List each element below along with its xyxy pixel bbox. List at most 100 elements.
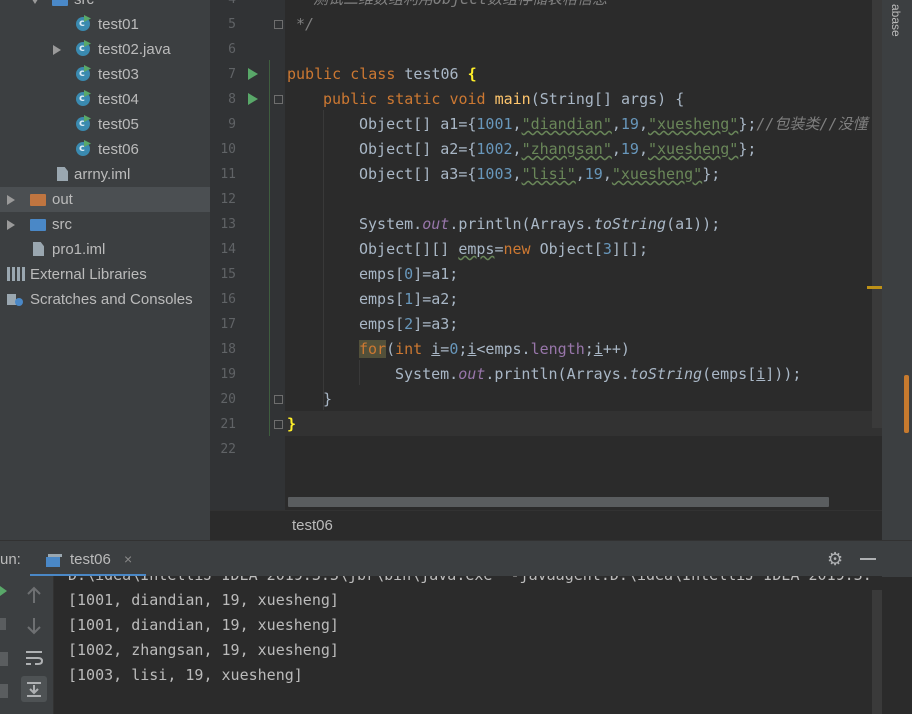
tree-item-out[interactable]: out: [0, 187, 210, 212]
horizontal-scrollbar[interactable]: [288, 497, 829, 507]
line-number: 22: [220, 442, 236, 457]
code-line-4: 测试二维数组利用Object数组存储表格信息: [313, 0, 607, 12]
code-line-17: emps[2]=a3;: [359, 315, 459, 333]
code-line-10: Object[] a2={1002,"zhangsan",19,"xueshen…: [359, 140, 757, 158]
console-line: [1001, diandian, 19, xuesheng]: [68, 591, 339, 609]
line-number: 10: [220, 142, 236, 157]
restore-layout-icon[interactable]: [0, 652, 8, 666]
line-number: 9: [228, 117, 236, 132]
tree-item-label: src: [52, 216, 72, 233]
gear-icon[interactable]: ⚙: [827, 550, 843, 568]
stop-icon[interactable]: [0, 618, 6, 630]
console-output[interactable]: D:\idea\IntelliJ IDEA 2019.3.3\jbr\bin\j…: [54, 576, 882, 714]
run-toolbar-left: [0, 576, 15, 714]
minimize-icon[interactable]: [860, 558, 876, 560]
indent-guide: [323, 110, 324, 410]
tree-item-test05[interactable]: c test05: [0, 112, 210, 137]
code-line-11: Object[] a3={1003,"lisi",19,"xuesheng"};: [359, 165, 721, 183]
run-panel-label: un:: [0, 551, 21, 568]
run-class-icon[interactable]: [248, 68, 258, 80]
tree-item-test04[interactable]: c test04: [0, 87, 210, 112]
chevron-right-icon[interactable]: [7, 195, 15, 205]
run-tab-test06[interactable]: test06 ×: [30, 545, 146, 577]
code-line-7: public class test06 {: [287, 65, 477, 83]
line-number: 6: [228, 42, 236, 57]
scroll-thumb-marker[interactable]: [904, 375, 909, 433]
code-line-13: System.out.println(Arrays.toString(a1));: [359, 215, 721, 233]
soft-wrap-icon[interactable]: [25, 650, 43, 666]
chevron-right-icon[interactable]: [53, 45, 61, 55]
pin-icon[interactable]: [0, 684, 8, 698]
tree-item-arrny-iml[interactable]: arrny.iml: [0, 162, 210, 187]
tree-item-test06[interactable]: c test06: [0, 137, 210, 162]
folder-icon: [30, 219, 46, 231]
java-class-icon: c: [76, 42, 90, 56]
rerun-icon[interactable]: [0, 586, 7, 596]
tree-item-test02[interactable]: c test02.java: [0, 37, 210, 62]
gutter-change-marker: [269, 60, 270, 436]
file-icon: [57, 167, 68, 181]
arrow-down-icon[interactable]: [26, 617, 42, 635]
fold-icon[interactable]: [274, 95, 283, 104]
scroll-to-end-icon: [27, 682, 41, 697]
line-number: 14: [220, 242, 236, 257]
java-class-icon: c: [76, 17, 90, 31]
tree-item-external-libraries[interactable]: External Libraries: [0, 262, 210, 287]
arrow-up-icon[interactable]: [26, 586, 42, 604]
tree-item-scratches[interactable]: Scratches and Consoles: [0, 287, 210, 312]
run-toolbar-right: [15, 576, 54, 714]
run-main-icon[interactable]: [248, 93, 258, 105]
warning-stripe-marker[interactable]: [867, 286, 883, 289]
line-number: 21: [220, 417, 236, 432]
project-tool-window: src c test01 c test02.java c test03 c te…: [0, 0, 210, 540]
console-line: [1002, zhangsan, 19, xuesheng]: [68, 641, 339, 659]
library-icon: [7, 267, 25, 281]
run-panel-header: un: test06 × ⚙: [0, 540, 912, 577]
line-number: 4: [210, 0, 236, 12]
tree-item-pro1-iml[interactable]: pro1.iml: [0, 237, 210, 262]
java-class-icon: c: [76, 92, 90, 106]
breadcrumb-item[interactable]: test06: [292, 517, 333, 534]
code-line-21: }: [287, 415, 297, 433]
line-number: 15: [220, 267, 236, 282]
code-line-8: public static void main(String[] args) {: [323, 90, 685, 108]
tree-item-src[interactable]: src: [0, 212, 210, 237]
close-icon[interactable]: ×: [124, 551, 132, 567]
tree-item-label: arrny.iml: [74, 166, 131, 183]
right-tool-strip: [882, 0, 912, 540]
tree-item-src-module[interactable]: src: [0, 0, 210, 12]
database-tool-tab[interactable]: abase: [889, 4, 903, 37]
line-number: 17: [220, 317, 236, 332]
line-number: 11: [220, 167, 236, 182]
tree-item-label: test03: [98, 66, 139, 83]
line-number: 12: [220, 192, 236, 207]
tree-item-label: External Libraries: [30, 266, 147, 283]
line-number: 19: [220, 367, 236, 382]
tree-item-test01[interactable]: c test01: [0, 12, 210, 37]
code-line-5: */: [296, 15, 315, 33]
fold-icon[interactable]: [274, 420, 283, 429]
fold-icon[interactable]: [274, 395, 283, 404]
line-number: 13: [220, 217, 236, 232]
code-line-15: emps[0]=a1;: [359, 265, 459, 283]
line-number: 20: [220, 392, 236, 407]
code-editor[interactable]: 测试二维数组利用Object数组存储表格信息 */ public class t…: [285, 0, 882, 510]
console-line: [1003, lisi, 19, xuesheng]: [68, 666, 303, 684]
line-number: 8: [228, 92, 236, 107]
tree-item-test03[interactable]: c test03: [0, 62, 210, 87]
scroll-to-end-button[interactable]: [21, 676, 47, 702]
tree-item-label: Scratches and Consoles: [30, 291, 193, 308]
scratch-icon: [7, 294, 23, 306]
fold-icon[interactable]: [274, 20, 283, 29]
file-icon: [33, 242, 44, 256]
folder-icon: [30, 194, 46, 206]
tree-item-label: test01: [98, 16, 139, 33]
tree-item-label: src: [74, 0, 94, 12]
code-line-9: Object[] a1={1001,"diandian",19,"xueshen…: [359, 115, 868, 133]
vertical-scrollbar[interactable]: [872, 0, 882, 428]
chevron-right-icon[interactable]: [7, 220, 15, 230]
line-number: 16: [220, 292, 236, 307]
code-line-14: Object[][] emps=new Object[3][];: [359, 240, 648, 258]
console-scrollbar[interactable]: [872, 590, 882, 714]
chevron-down-icon[interactable]: [30, 0, 40, 4]
